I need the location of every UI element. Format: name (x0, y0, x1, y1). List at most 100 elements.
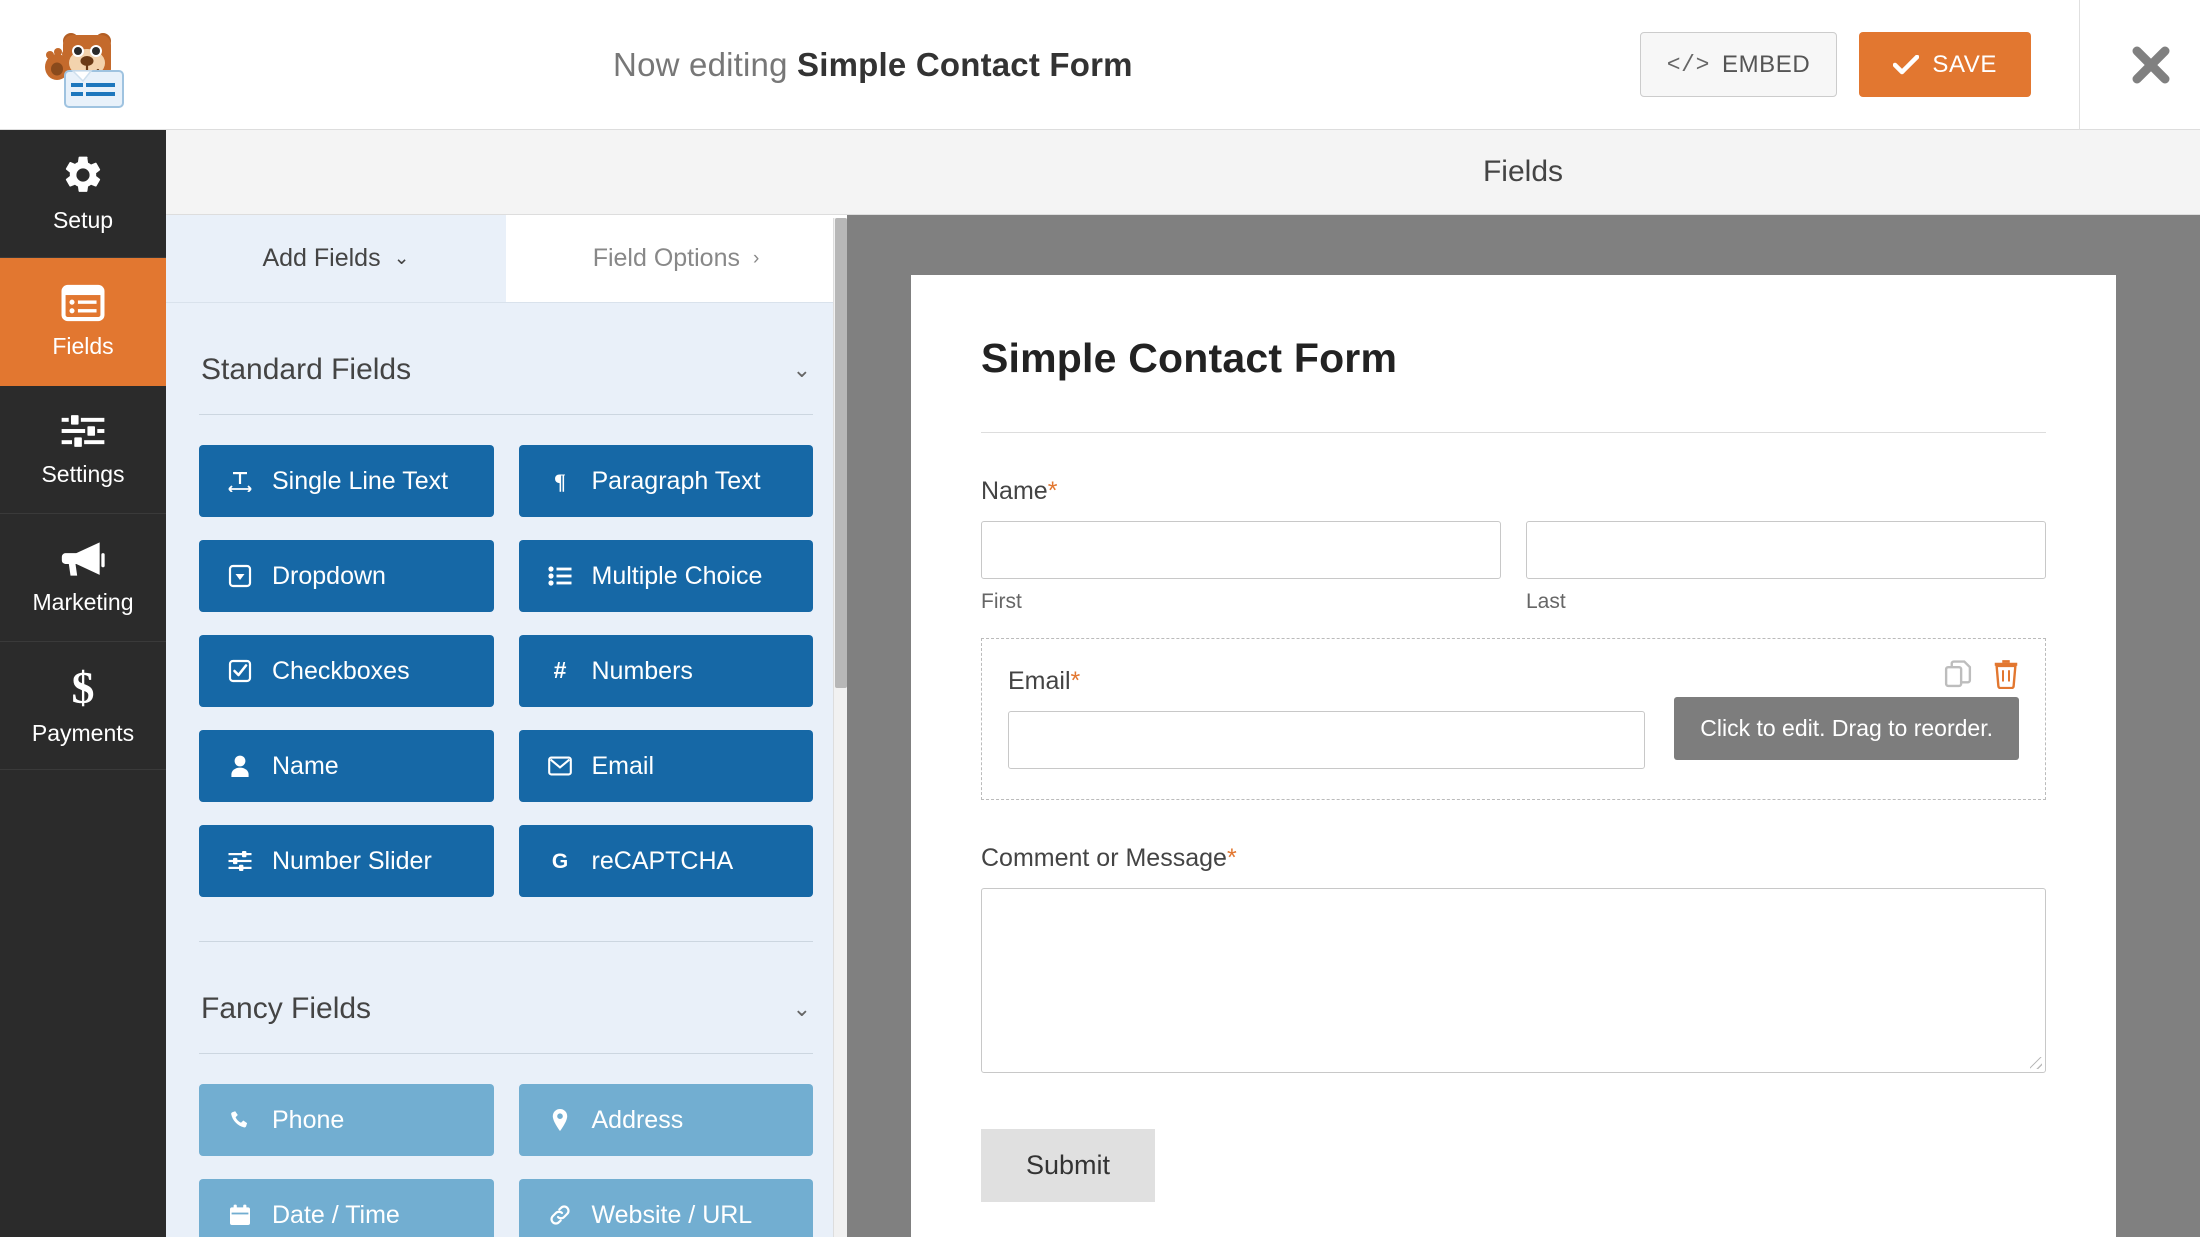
field-hover-tooltip: Click to edit. Drag to reorder. (1674, 697, 2019, 760)
submit-row: Submit (981, 1073, 2046, 1237)
chevron-down-icon: ⌄ (793, 357, 811, 383)
field-label-text: Name (981, 477, 1048, 505)
trash-icon[interactable] (1993, 659, 2019, 689)
field-label-text: Comment or Message (981, 844, 1227, 872)
name-last-wrap: Last (1526, 521, 2046, 614)
content-header-title: Fields (1483, 155, 1563, 189)
svg-text:¶: ¶ (554, 469, 566, 493)
embed-button-label: EMBED (1722, 51, 1810, 79)
svg-text:$: $ (72, 664, 95, 710)
svg-text:#: # (553, 659, 566, 683)
field-button-label: reCAPTCHA (592, 847, 734, 876)
name-first-wrap: First (981, 521, 1501, 614)
required-marker: * (1071, 667, 1081, 695)
check-square-icon (227, 659, 253, 683)
list-icon (61, 283, 105, 323)
panel-body: Standard Fields ⌄ Single Line Text (166, 303, 846, 1237)
save-button[interactable]: SAVE (1859, 32, 2031, 97)
hashtag-icon: # (547, 659, 573, 683)
caret-square-down-icon (227, 564, 253, 588)
field-button-date-time[interactable]: Date / Time (199, 1179, 494, 1237)
sidebar-item-label: Fields (52, 333, 113, 360)
text-width-icon (227, 470, 253, 492)
top-bar: Now editing Simple Contact Form </> EMBE… (0, 0, 2200, 130)
duplicate-icon[interactable] (1943, 659, 1973, 689)
field-button-label: Single Line Text (272, 467, 448, 496)
sidebar-item-marketing[interactable]: Marketing (0, 514, 166, 642)
editing-form-name: Simple Contact Form (797, 46, 1133, 83)
sidebar-item-payments[interactable]: $ Payments (0, 642, 166, 770)
form-card: Simple Contact Form Name* First Last (911, 275, 2116, 1237)
form-preview-area: Simple Contact Form Name* First Last (847, 215, 2200, 1237)
form-builder-app: Now editing Simple Contact Form </> EMBE… (0, 0, 2200, 1237)
field-button-email[interactable]: Email (519, 730, 814, 802)
field-button-checkboxes[interactable]: Checkboxes (199, 635, 494, 707)
code-icon: </> (1667, 52, 1710, 78)
sliders-icon (60, 411, 106, 451)
sidebar-item-settings[interactable]: Settings (0, 386, 166, 514)
user-icon (227, 754, 253, 778)
field-button-label: Multiple Choice (592, 562, 763, 591)
field-button-label: Email (592, 752, 655, 781)
save-button-label: SAVE (1932, 51, 1997, 79)
field-button-dropdown[interactable]: Dropdown (199, 540, 494, 612)
megaphone-icon (59, 539, 107, 579)
fancy-fields-grid: Phone Address (199, 1054, 813, 1237)
required-marker: * (1227, 844, 1237, 872)
field-button-name[interactable]: Name (199, 730, 494, 802)
field-button-phone[interactable]: Phone (199, 1084, 494, 1156)
preview-field-comment-or-message[interactable]: Comment or Message* (981, 820, 2046, 1073)
field-button-label: Date / Time (272, 1201, 400, 1230)
submit-button[interactable]: Submit (981, 1129, 1155, 1202)
editing-prefix: Now editing (613, 46, 788, 83)
field-button-address[interactable]: Address (519, 1084, 814, 1156)
section-header-fancy-fields[interactable]: Fancy Fields ⌄ (199, 942, 813, 1053)
required-marker: * (1048, 477, 1058, 505)
add-fields-panel: Add Fields ⌄ Field Options › Standard Fi… (166, 130, 846, 1237)
field-button-paragraph-text[interactable]: ¶ Paragraph Text (519, 445, 814, 517)
form-preview-title: Simple Contact Form (981, 335, 2046, 382)
field-button-number-slider[interactable]: Number Slider (199, 825, 494, 897)
preview-field-name[interactable]: Name* First Last (981, 453, 2046, 614)
first-name-input[interactable] (981, 521, 1501, 579)
field-button-single-line-text[interactable]: Single Line Text (199, 445, 494, 517)
panel-scrollbar-thumb[interactable] (835, 218, 847, 688)
tab-add-fields[interactable]: Add Fields ⌄ (166, 215, 506, 302)
field-button-label: Address (592, 1106, 684, 1135)
gear-icon (61, 153, 105, 197)
first-name-sublabel: First (981, 590, 1501, 614)
field-label: Name* (981, 477, 2046, 506)
form-title-divider (981, 432, 2046, 433)
section-title: Standard Fields (201, 353, 411, 387)
envelope-icon (547, 756, 573, 776)
page-title: Now editing Simple Contact Form (106, 46, 1640, 84)
sidebar-item-setup[interactable]: Setup (0, 130, 166, 258)
email-input[interactable] (1008, 711, 1645, 769)
field-label: Comment or Message* (981, 844, 2046, 873)
field-button-numbers[interactable]: # Numbers (519, 635, 814, 707)
preview-field-email[interactable]: Email* Click to edit. Drag to reorder. (981, 638, 2046, 800)
panel-scrollbar[interactable] (833, 218, 847, 1237)
field-button-label: Paragraph Text (592, 467, 761, 496)
embed-button[interactable]: </> EMBED (1640, 32, 1838, 97)
last-name-input[interactable] (1526, 521, 2046, 579)
sidebar-item-label: Settings (41, 461, 124, 488)
paragraph-icon: ¶ (547, 469, 573, 493)
comment-textarea[interactable] (981, 888, 2046, 1073)
google-g-icon: G (547, 849, 573, 873)
builder-sidebar: Setup Fields (0, 130, 166, 1237)
tab-field-options[interactable]: Field Options › (506, 215, 846, 302)
section-header-standard-fields[interactable]: Standard Fields ⌄ (199, 303, 813, 414)
dollar-icon: $ (68, 664, 98, 710)
tab-field-options-label: Field Options (593, 244, 740, 273)
close-icon (2129, 43, 2173, 87)
field-button-label: Phone (272, 1106, 344, 1135)
field-button-website-url[interactable]: Website / URL (519, 1179, 814, 1237)
field-button-label: Number Slider (272, 847, 432, 876)
field-button-recaptcha[interactable]: G reCAPTCHA (519, 825, 814, 897)
last-name-sublabel: Last (1526, 590, 2046, 614)
field-button-multiple-choice[interactable]: Multiple Choice (519, 540, 814, 612)
sidebar-item-fields[interactable]: Fields (0, 258, 166, 386)
close-button[interactable] (2102, 0, 2200, 130)
panel-head-spacer (166, 130, 846, 215)
